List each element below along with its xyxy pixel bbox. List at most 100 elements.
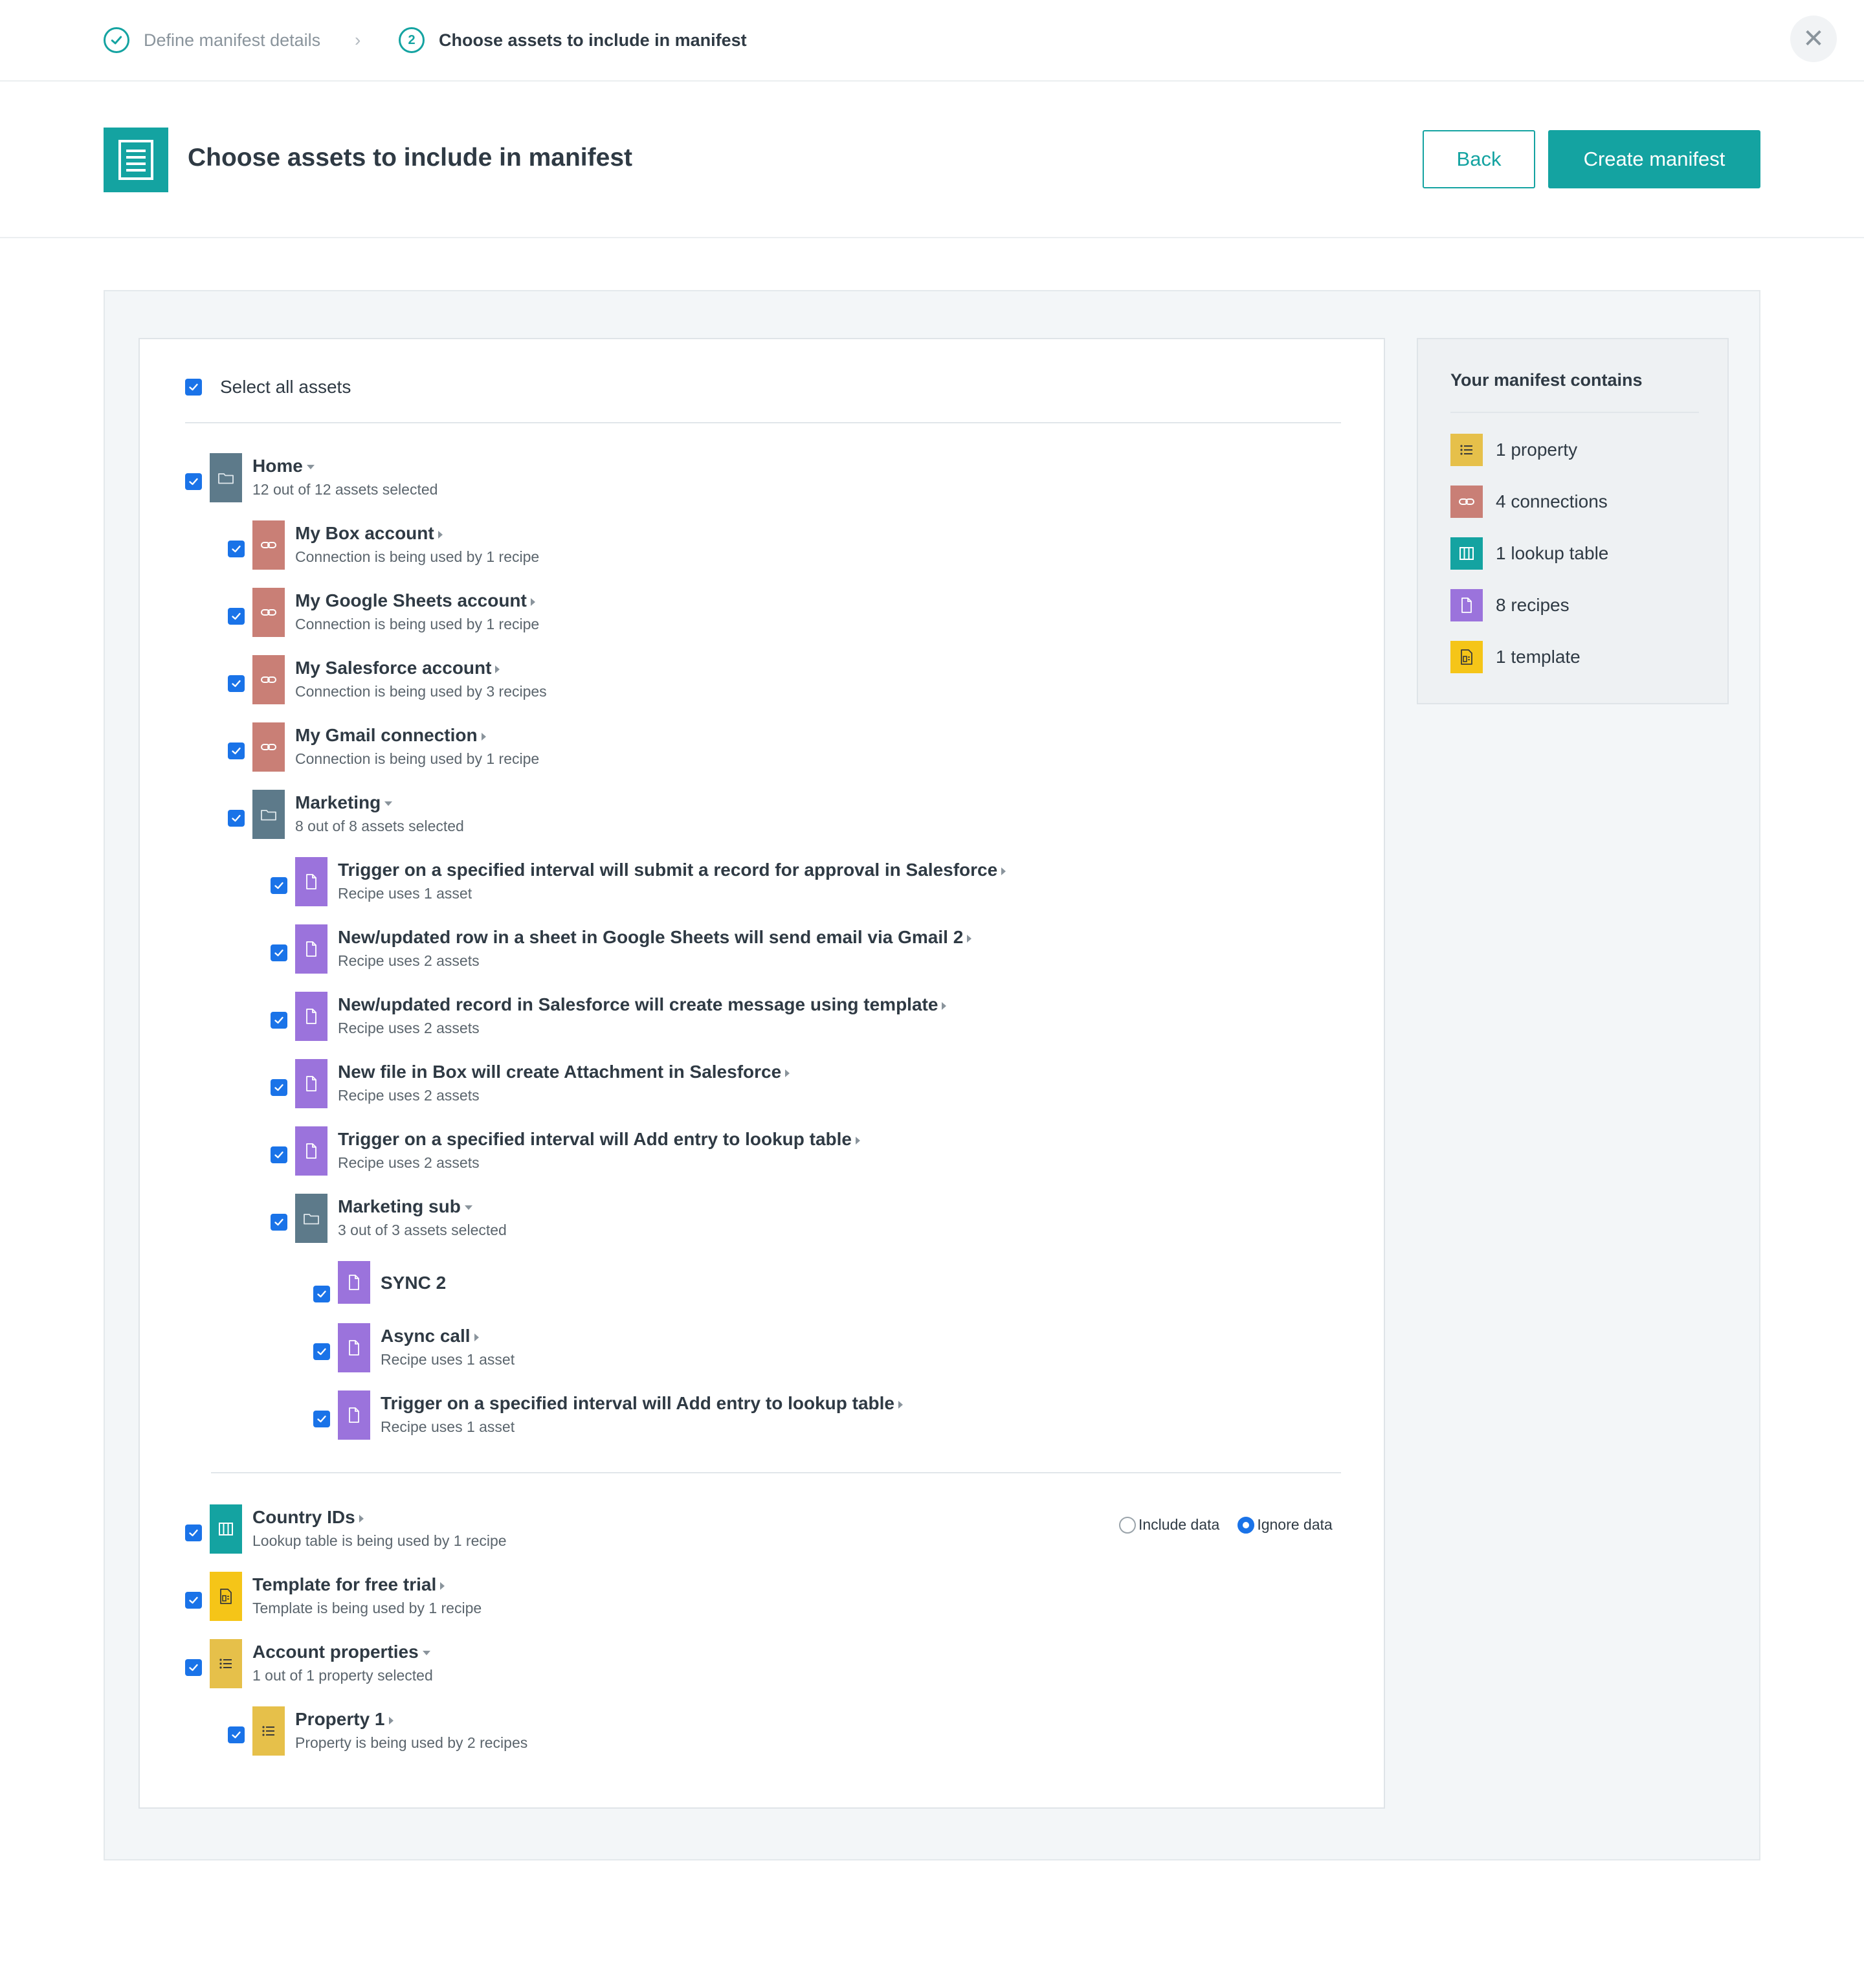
table-icon [1450,537,1483,570]
item-title[interactable]: Property 1 [295,1706,394,1732]
checkbox[interactable] [313,1411,330,1427]
summary-item-label: 1 template [1496,647,1581,667]
checkbox[interactable] [185,1592,202,1609]
step-number-badge: 2 [399,27,425,53]
select-all [185,374,202,400]
template-icon [1450,641,1483,673]
include-data-radio[interactable] [1119,1516,1136,1534]
summary-item: 1 template [1450,641,1581,673]
template-icon [210,1572,242,1621]
item-title[interactable]: My Google Sheets account [295,588,535,614]
folder-icon [295,1194,327,1243]
summary-item-label: 1 lookup table [1496,543,1609,563]
file-icon [295,1126,327,1176]
checkbox[interactable] [185,473,202,490]
checkbox[interactable] [228,608,245,625]
link-icon [252,722,285,772]
close-icon: ✕ [1803,25,1825,53]
caret-down-icon [464,1205,472,1211]
item-subtitle: Recipe uses 2 assets [338,1020,480,1036]
file-icon [295,857,327,906]
file-icon [338,1323,370,1372]
item-subtitle: Property is being used by 2 recipes [295,1734,528,1751]
item-title[interactable]: My Gmail connection [295,722,486,748]
item-subtitle: Connection is being used by 3 recipes [295,683,547,700]
item-title[interactable]: Home [252,453,315,479]
checkbox[interactable] [271,944,287,961]
asset-tree-panel: Select all assets Home 12 out of 12 asse… [139,338,1385,1809]
item-title[interactable]: Trigger on a specified interval will Add… [338,1126,860,1152]
item-title[interactable]: Trigger on a specified interval will Add… [381,1390,903,1416]
step-choose-assets[interactable]: 2 Choose assets to include in manifest [399,0,747,80]
checkbox[interactable] [313,1286,330,1302]
item-title[interactable]: My Box account [295,520,443,546]
main-content: Select all assets Home 12 out of 12 asse… [104,290,1760,1860]
checkbox[interactable] [313,1343,330,1360]
checkbox[interactable] [271,1146,287,1163]
item-subtitle: Recipe uses 2 assets [338,952,480,969]
item-subtitle: Recipe uses 1 asset [338,885,472,902]
item-subtitle: 12 out of 12 assets selected [252,481,438,498]
caret-down-icon [306,465,315,470]
item-title[interactable]: Country IDs [252,1504,364,1530]
file-icon [338,1261,370,1304]
file-icon [338,1390,370,1440]
checkbox[interactable] [228,743,245,759]
summary-item-label: 8 recipes [1496,595,1570,615]
item-title[interactable]: New file in Box will create Attachment i… [338,1059,790,1085]
caret-right-icon [481,732,486,741]
checkbox[interactable] [228,675,245,692]
checkbox[interactable] [185,1525,202,1541]
list-icon [210,1639,242,1688]
checkbox[interactable] [228,1726,245,1743]
item-title[interactable]: Async call [381,1323,479,1349]
step-define-details[interactable]: Define manifest details [104,0,320,80]
list-icon [252,1706,285,1756]
ignore-data-radio[interactable] [1237,1516,1255,1534]
summary-item: 4 connections [1450,486,1608,518]
item-title[interactable]: Account properties [252,1639,430,1665]
checkbox[interactable] [271,1012,287,1029]
manifest-summary: Your manifest contains 1 property 4 conn… [1417,338,1729,704]
item-title[interactable]: New/updated row in a sheet in Google She… [338,924,972,950]
item-title[interactable]: My Salesforce account [295,655,500,681]
checkbox[interactable] [185,1659,202,1676]
item-subtitle: Connection is being used by 1 recipe [295,750,540,767]
summary-item: 1 property [1450,434,1577,466]
step-label: Define manifest details [144,30,321,50]
back-button[interactable]: Back [1423,130,1535,188]
close-button[interactable]: ✕ [1790,16,1837,62]
checkbox[interactable] [271,877,287,894]
item-title[interactable]: New/updated record in Salesforce will cr… [338,992,947,1018]
item-title[interactable]: Template for free trial [252,1572,445,1598]
checkbox[interactable] [228,810,245,827]
caret-right-icon [495,665,500,673]
checkbox[interactable] [228,541,245,557]
item-title[interactable]: Trigger on a specified interval will sub… [338,857,1006,883]
create-manifest-button[interactable]: Create manifest [1548,130,1760,188]
caret-right-icon [785,1069,790,1077]
item-title[interactable]: Marketing [295,790,393,816]
divider [185,422,1341,423]
item-title[interactable]: SYNC 2 [381,1270,446,1296]
checkbox[interactable] [271,1214,287,1231]
item-subtitle: Connection is being used by 1 recipe [295,548,540,565]
item-subtitle: Connection is being used by 1 recipe [295,616,540,632]
item-title[interactable]: Marketing sub [338,1194,472,1220]
include-data-label: Include data [1138,1516,1220,1533]
step-label: Choose assets to include in manifest [439,30,747,50]
caret-right-icon [942,1001,947,1010]
select-all-checkbox[interactable] [185,379,202,396]
caret-down-icon [422,1651,430,1656]
item-subtitle: Recipe uses 2 assets [338,1154,480,1171]
caret-down-icon [384,801,393,807]
link-icon [252,588,285,637]
folder-icon [252,790,285,839]
caret-right-icon [474,1333,479,1341]
stepper-bar: Define manifest details › 2 Choose asset… [0,0,1864,82]
folder-icon [210,453,242,502]
summary-item-label: 1 property [1496,440,1578,460]
ignore-data-label: Ignore data [1257,1516,1333,1533]
file-icon [1450,589,1483,621]
checkbox[interactable] [271,1079,287,1096]
